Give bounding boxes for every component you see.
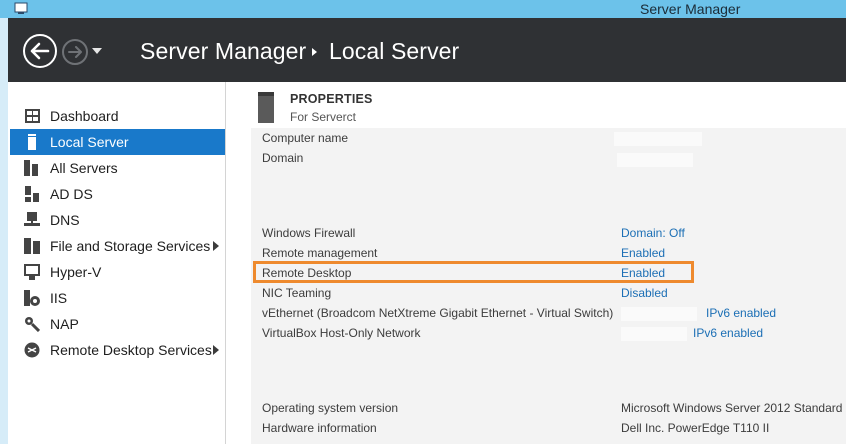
hyper-v-icon	[24, 264, 40, 280]
nic-teaming-value[interactable]: Disabled	[621, 286, 668, 300]
vethernet-value[interactable]: IPv6 enabled	[706, 306, 776, 320]
title-bar: Server Manager	[0, 0, 846, 18]
windows-firewall-value[interactable]: Domain: Off	[621, 226, 685, 240]
property-label-hardware: Hardware information	[262, 421, 377, 435]
sidebar-item-label: NAP	[50, 316, 79, 332]
server-icon	[24, 134, 40, 150]
back-arrow-icon	[30, 42, 50, 60]
dns-icon	[24, 212, 40, 228]
sidebar-item-dns[interactable]: DNS	[10, 207, 225, 233]
sidebar-item-label: AD DS	[50, 186, 93, 202]
sidebar: Dashboard Local Server All Servers AD DS…	[8, 82, 226, 444]
back-button[interactable]	[23, 34, 57, 68]
remote-desktop-value[interactable]: Enabled	[621, 266, 665, 280]
property-label-virtualbox-network: VirtualBox Host-Only Network	[262, 326, 421, 340]
header-bar: Server Manager Local Server	[8, 18, 846, 82]
server-tower-icon	[258, 92, 274, 123]
properties-title: PROPERTIES	[290, 92, 373, 106]
iis-icon	[24, 290, 40, 306]
hardware-value: Dell Inc. PowerEdge T110 II	[621, 421, 770, 435]
property-label-os-version: Operating system version	[262, 401, 399, 415]
property-label-nic-teaming: NIC Teaming	[262, 286, 332, 300]
properties-list: Computer name Domain Windows Firewall Do…	[251, 128, 846, 444]
properties-header: PROPERTIES For Serverct	[227, 82, 846, 128]
vethernet-address-redacted	[621, 307, 697, 321]
forward-button[interactable]	[62, 39, 88, 65]
sidebar-item-hyper-v[interactable]: Hyper-V	[10, 259, 225, 285]
window-title: Server Manager	[640, 1, 741, 17]
sidebar-item-label: All Servers	[50, 160, 118, 176]
property-label-domain: Domain	[262, 151, 304, 165]
file-storage-icon	[24, 238, 40, 254]
sidebar-item-label: Hyper-V	[50, 264, 102, 280]
sidebar-item-label: DNS	[50, 212, 80, 228]
ad-ds-icon	[24, 186, 40, 202]
sidebar-item-label: Local Server	[50, 134, 129, 150]
sidebar-item-nap[interactable]: NAP	[10, 311, 225, 337]
property-label-windows-firewall: Windows Firewall	[262, 226, 356, 240]
sidebar-item-label: Remote Desktop Services	[50, 342, 212, 358]
breadcrumb-root[interactable]: Server Manager	[140, 38, 306, 65]
window-left-edge	[0, 0, 8, 444]
sidebar-item-iis[interactable]: IIS	[10, 285, 225, 311]
breadcrumb-separator-icon	[312, 48, 317, 56]
virtualbox-value[interactable]: IPv6 enabled	[693, 326, 763, 340]
history-dropdown-icon[interactable]	[92, 48, 102, 54]
domain-redacted	[617, 153, 693, 167]
property-label-remote-desktop: Remote Desktop	[262, 266, 352, 280]
sidebar-item-remote-desktop-services[interactable]: Remote Desktop Services	[10, 337, 225, 363]
virtualbox-address-redacted	[621, 327, 687, 341]
property-label-remote-management: Remote management	[262, 246, 378, 260]
os-version-value: Microsoft Windows Server 2012 Standard	[621, 401, 843, 415]
sidebar-item-ad-ds[interactable]: AD DS	[10, 181, 225, 207]
servers-icon	[24, 160, 40, 176]
sidebar-item-local-server[interactable]: Local Server	[10, 129, 225, 155]
sidebar-item-all-servers[interactable]: All Servers	[10, 155, 225, 181]
dashboard-icon	[24, 108, 40, 124]
nap-icon	[24, 316, 40, 332]
sidebar-item-label: Dashboard	[50, 108, 119, 124]
forward-arrow-icon	[68, 46, 82, 58]
submenu-arrow-icon[interactable]	[213, 241, 219, 251]
sidebar-item-label: File and Storage Services	[50, 238, 211, 254]
sidebar-item-dashboard[interactable]: Dashboard	[10, 103, 225, 129]
properties-subtitle: For Serverct	[290, 110, 357, 124]
computer-name-redacted	[614, 132, 702, 146]
remote-desktop-icon	[24, 342, 40, 358]
properties-panel: PROPERTIES For Serverct Computer name Do…	[227, 82, 846, 444]
sidebar-item-label: IIS	[50, 290, 68, 306]
submenu-arrow-icon[interactable]	[213, 345, 219, 355]
sidebar-item-file-storage[interactable]: File and Storage Services	[10, 233, 225, 259]
property-label-vethernet: vEthernet (Broadcom NetXtreme Gigabit Et…	[262, 306, 614, 320]
property-label-computer-name: Computer name	[262, 131, 349, 145]
remote-management-value[interactable]: Enabled	[621, 246, 665, 260]
server-manager-app-icon	[14, 2, 28, 14]
breadcrumb-current: Local Server	[329, 38, 460, 64]
